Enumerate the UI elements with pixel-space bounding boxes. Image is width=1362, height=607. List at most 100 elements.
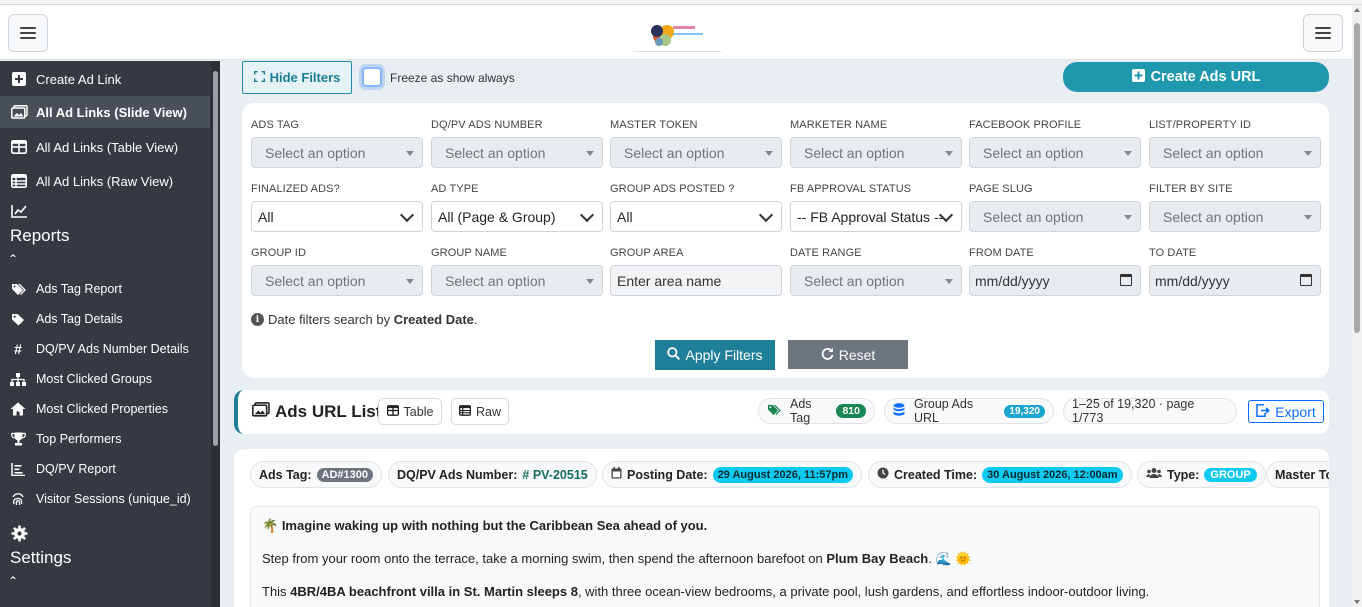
- sidebar-item-most-clicked-properties[interactable]: Most Clicked Properties: [0, 395, 210, 423]
- finalized-ads-select[interactable]: All: [251, 201, 423, 232]
- sidebar-scrollbar[interactable]: [211, 61, 220, 607]
- ads-tag-select[interactable]: Select an option: [251, 137, 423, 168]
- scrollbar-thumb[interactable]: [1354, 23, 1360, 333]
- scroll-up-icon[interactable]: [1354, 8, 1360, 12]
- select-placeholder: Select an option: [1163, 144, 1264, 161]
- ad-line-2-bold: Plum Bay Beach: [826, 551, 929, 566]
- type-meta: Type: GROUP: [1137, 461, 1266, 488]
- scroll-down-icon[interactable]: [1354, 600, 1360, 604]
- ad-copy-text: 🌴 Imagine waking up with nothing but the…: [250, 506, 1320, 607]
- filter-label: GROUP AREA: [610, 247, 684, 259]
- tags-icon: [767, 403, 781, 419]
- calendar-icon[interactable]: [1120, 274, 1132, 286]
- caret-down-icon: [945, 279, 953, 284]
- facebook-profile-select[interactable]: Select an option: [969, 137, 1141, 168]
- meta-label: Ads Tag:: [259, 467, 312, 482]
- sidebar-item-label: Most Clicked Groups: [36, 372, 153, 386]
- create-ads-url-button[interactable]: Create Ads URL: [1063, 62, 1329, 92]
- sidebar-item-slide-view[interactable]: All Ad Links (Slide View): [0, 96, 210, 128]
- meta-label: Type:: [1167, 467, 1200, 482]
- sidebar-item-label: Create Ad Link: [36, 71, 122, 87]
- page-slug-select[interactable]: Select an option: [969, 201, 1141, 232]
- filter-label: ADS TAG: [251, 119, 299, 131]
- date-value: mm/dd/yyyy: [1155, 272, 1230, 289]
- group-name-select[interactable]: Select an option: [431, 265, 603, 296]
- sidebar-item-most-clicked-groups[interactable]: Most Clicked Groups: [0, 365, 210, 393]
- right-menu-button[interactable]: [1303, 14, 1343, 52]
- sidebar-heading-settings[interactable]: Settings: [10, 548, 71, 568]
- list-property-id-select[interactable]: Select an option: [1149, 137, 1321, 168]
- brand-logo[interactable]: [633, 14, 721, 52]
- sidebar-item-table-view[interactable]: All Ad Links (Table View): [0, 131, 210, 163]
- sidebar-item-dqpv-ads-number-details[interactable]: # DQ/PV Ads Number Details: [0, 335, 210, 363]
- filter-label: DATE RANGE: [790, 247, 862, 259]
- caret-down-icon: [586, 279, 594, 284]
- select-placeholder: Select an option: [445, 144, 546, 161]
- master-token-select[interactable]: Select an option: [610, 137, 782, 168]
- calendar-icon[interactable]: [1300, 274, 1312, 286]
- chevron-up-icon[interactable]: ⌃: [8, 574, 18, 588]
- chevron-up-icon[interactable]: ⌃: [8, 252, 18, 266]
- scrollbar-thumb[interactable]: [213, 71, 218, 446]
- filter-label: GROUP ADS POSTED ?: [610, 183, 735, 195]
- from-date-input[interactable]: mm/dd/yyyy: [969, 265, 1141, 296]
- sidebar-item-visitor-sessions[interactable]: Visitor Sessions (unique_id): [0, 485, 210, 513]
- calendar-icon: [611, 467, 622, 482]
- sidebar-item-ads-tag-details[interactable]: Ads Tag Details: [0, 305, 210, 333]
- sidebar-item-ads-tag-report[interactable]: Ads Tag Report: [0, 275, 210, 303]
- filter-label: MASTER TOKEN: [610, 119, 698, 131]
- sidebar-item-raw-view[interactable]: All Ad Links (Raw View): [0, 165, 210, 197]
- sidebar-toggle-button[interactable]: [8, 14, 48, 52]
- trophy-icon: [10, 432, 26, 446]
- date-value: mm/dd/yyyy: [975, 272, 1050, 289]
- to-date-input[interactable]: mm/dd/yyyy: [1149, 265, 1321, 296]
- chevron-down-icon: [579, 207, 595, 223]
- sidebar-item-label: Ads Tag Report: [36, 282, 122, 296]
- export-button[interactable]: Export: [1248, 400, 1324, 423]
- list-title: Ads URL List: [252, 402, 381, 422]
- fb-approval-status-select[interactable]: -- FB Approval Status --: [790, 201, 962, 232]
- sidebar-item-create-ad-link[interactable]: Create Ad Link: [0, 63, 210, 95]
- select-value: All: [258, 208, 274, 225]
- ad-line-2: Step from your room onto the terrace, ta…: [262, 551, 827, 566]
- users-icon: [1146, 467, 1162, 482]
- group-ads-count-pill: Group Ads URL 19,320: [884, 397, 1054, 425]
- sidebar: Create Ad Link All Ad Links (Slide View)…: [0, 61, 220, 607]
- table-view-button[interactable]: Table: [378, 398, 442, 425]
- apply-filters-label: Apply Filters: [685, 347, 763, 363]
- hide-filters-button[interactable]: Hide Filters: [242, 61, 352, 94]
- hash-icon: #: [14, 341, 22, 357]
- filter-label: AD TYPE: [431, 183, 479, 195]
- ad-type-select[interactable]: All (Page & Group): [431, 201, 603, 232]
- raw-view-button[interactable]: Raw: [451, 398, 509, 425]
- filter-label: TO DATE: [1149, 247, 1197, 259]
- select-value: All (Page & Group): [438, 208, 556, 225]
- sidebar-item-dqpv-report[interactable]: DQ/PV Report: [0, 455, 210, 483]
- filter-label: PAGE SLUG: [969, 183, 1033, 195]
- group-ads-posted-select[interactable]: All: [610, 201, 782, 232]
- dqpv-value[interactable]: # PV-20515: [522, 468, 587, 482]
- date-range-select[interactable]: Select an option: [790, 265, 962, 296]
- group-area-input[interactable]: Enter area name: [610, 265, 782, 296]
- ads-tag-meta: Ads Tag: AD#1300: [250, 461, 383, 488]
- filter-label: GROUP NAME: [431, 247, 507, 259]
- marketer-name-select[interactable]: Select an option: [790, 137, 962, 168]
- sidebar-heading-reports[interactable]: Reports: [10, 226, 70, 246]
- freeze-checkbox[interactable]: [362, 67, 382, 87]
- sidebar-item-label: DQ/PV Report: [36, 462, 116, 476]
- ad-line-1: Imagine waking up with nothing but the C…: [281, 518, 708, 533]
- reset-button[interactable]: Reset: [788, 340, 908, 369]
- group-id-select[interactable]: Select an option: [251, 265, 423, 296]
- chevron-down-icon: [399, 207, 415, 223]
- sidebar-item-top-performers[interactable]: Top Performers: [0, 425, 210, 453]
- sitemap-icon: [10, 372, 26, 386]
- sidebar-item-label: Visitor Sessions (unique_id): [36, 492, 191, 506]
- page-scrollbar[interactable]: [1352, 5, 1362, 607]
- filter-by-site-select[interactable]: Select an option: [1149, 201, 1321, 232]
- apply-filters-button[interactable]: Apply Filters: [655, 340, 775, 370]
- filter-label: MARKETER NAME: [790, 119, 888, 131]
- sidebar-item-label: Most Clicked Properties: [36, 402, 168, 416]
- filter-label: FB APPROVAL STATUS: [790, 183, 912, 195]
- sidebar-item-label: Ads Tag Details: [36, 312, 123, 326]
- dqpv-ads-number-select[interactable]: Select an option: [431, 137, 603, 168]
